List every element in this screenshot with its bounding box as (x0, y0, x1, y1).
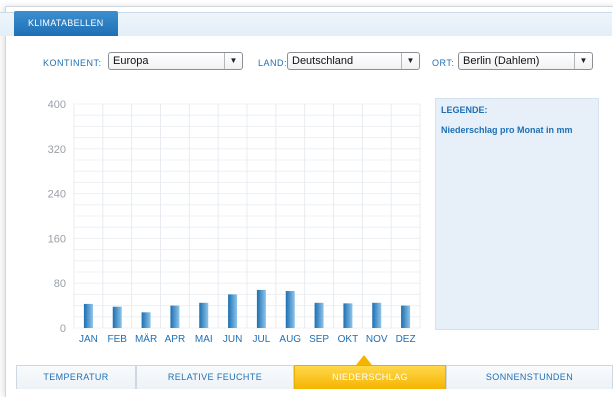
legend-panel: LEGENDE: Niederschlag pro Monat in mm (435, 98, 599, 330)
bar-mai (199, 302, 209, 328)
bar-mär (141, 312, 151, 328)
y-tick-label: 160 (48, 233, 66, 245)
x-tick-label: DEZ (396, 334, 416, 345)
bar-jun (228, 294, 238, 328)
legend-item: Niederschlag pro Monat in mm (441, 125, 573, 135)
bar-feb (112, 306, 122, 328)
y-tick-label: 320 (48, 144, 66, 156)
y-tick-label: 400 (48, 99, 66, 111)
x-tick-label: JUL (253, 334, 271, 345)
bar-sep (314, 302, 324, 328)
tab-niederschlag[interactable]: NIEDERSCHLAG (294, 365, 446, 389)
tab-temperatur[interactable]: TEMPERATUR (16, 365, 136, 389)
x-tick-label: NOV (366, 334, 388, 345)
bar-aug (285, 291, 295, 328)
tab-sonnenstunden[interactable]: SONNENSTUNDEN (446, 365, 613, 389)
x-tick-label: AUG (279, 334, 301, 345)
bar-okt (343, 303, 353, 328)
x-axis-labels: JAN FEB MÄR APR MAI JUN JUL AUG SEP OKT NOV DEZ (79, 333, 416, 345)
bar-jul (256, 289, 266, 328)
chart-grid (73, 103, 421, 329)
x-tick-label: MÄR (135, 333, 157, 345)
y-tick-label: 240 (48, 189, 66, 201)
bar-jan (83, 303, 93, 328)
x-tick-label: OKT (338, 334, 359, 345)
x-tick-label: JAN (79, 334, 98, 345)
x-tick-label: MAI (195, 334, 213, 345)
bar-dez (401, 305, 411, 328)
x-tick-label: APR (165, 334, 186, 345)
y-tick-label: 0 (60, 323, 66, 335)
y-tick-label: 80 (54, 278, 66, 290)
bar-nov (372, 302, 382, 328)
active-tab-pointer (356, 355, 372, 365)
x-tick-label: JUN (223, 334, 242, 345)
x-tick-label: FEB (108, 334, 128, 345)
legend-title: LEGENDE: (441, 105, 488, 115)
y-axis-labels: 0 80 160 240 320 400 (48, 99, 66, 335)
tab-relative-feuchte[interactable]: RELATIVE FEUCHTE (136, 365, 294, 389)
bar-apr (170, 305, 180, 328)
tab-bar: TEMPERATUR RELATIVE FEUCHTE NIEDERSCHLAG… (16, 365, 613, 389)
x-tick-label: SEP (309, 334, 329, 345)
